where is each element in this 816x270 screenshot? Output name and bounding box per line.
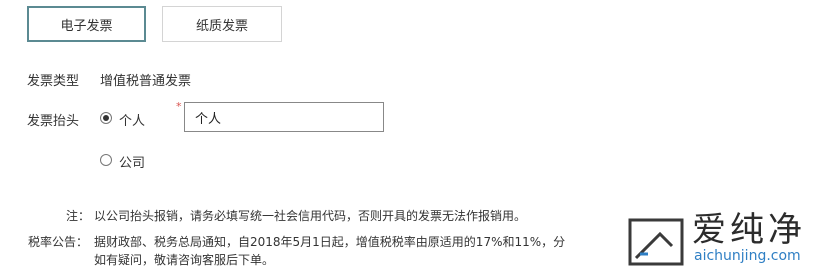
tax-notice-label: 税率公告： <box>28 235 89 249</box>
required-asterisk: * <box>176 100 182 113</box>
radio-company[interactable] <box>100 154 112 166</box>
invoice-header-name-input[interactable] <box>184 102 384 132</box>
radio-company-label[interactable]: 公司 <box>119 152 145 171</box>
radio-selected-dot <box>103 115 109 121</box>
tab-paper-invoice[interactable]: 纸质发票 <box>162 6 282 42</box>
watermark-title: 爱纯净 <box>692 210 806 250</box>
invoice-type-value: 增值税普通发票 <box>100 74 192 89</box>
invoice-header-label: 发票抬头 <box>27 114 80 129</box>
tab-electronic-invoice[interactable]: 电子发票 <box>27 6 146 42</box>
tax-notice-line1: 据财政部、税务总局通知，自2018年5月1日起，增值税税率由原适用的17%和11… <box>94 235 566 249</box>
invoice-type-label: 发票类型 <box>27 74 80 89</box>
note-text: 以公司抬头报销，请务必填写统一社会信用代码，否则开具的发票无法作报销用。 <box>94 209 527 223</box>
radio-personal[interactable] <box>100 112 112 124</box>
watermark-logo-icon <box>628 218 684 266</box>
note-label: 注： <box>66 209 91 223</box>
radio-personal-label[interactable]: 个人 <box>119 110 145 129</box>
tax-notice-line2: 如有疑问，敬请咨询客服后下单。 <box>94 253 275 267</box>
watermark-url: aichunjing.com <box>694 248 801 264</box>
